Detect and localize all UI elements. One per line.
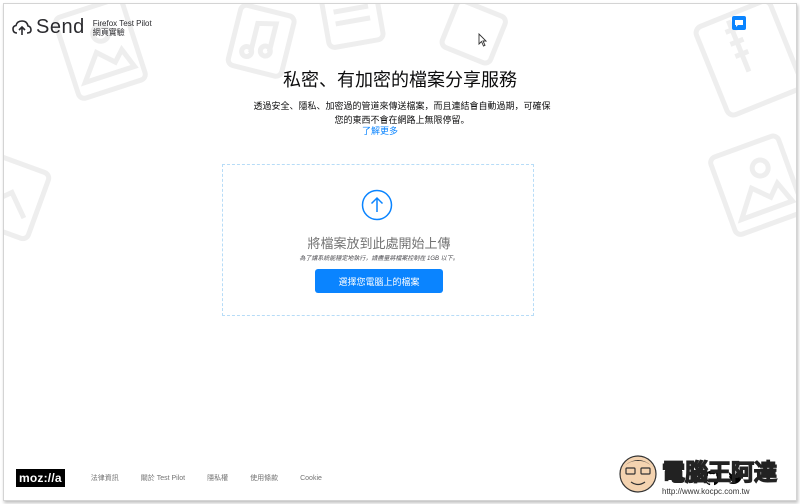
mouse-cursor-icon: [478, 33, 487, 47]
arrow-up-circle-icon: [361, 189, 393, 221]
footer-link-cookie[interactable]: Cookie: [300, 475, 322, 482]
speech-bubble-icon: [735, 19, 743, 27]
watermark: 電腦王阿達 http://www.kocpc.com.tw: [619, 455, 778, 496]
app-window: Send Firefox Test Pilot 網頁實驗 私密、有加密的檔案分享…: [3, 3, 797, 501]
watermark-url: http://www.kocpc.com.tw: [662, 487, 750, 496]
pilot-line-2: 網頁實驗: [92, 27, 125, 37]
bg-image-file-icon-right: [708, 133, 796, 237]
footer-link-legal[interactable]: 法律資訊: [91, 473, 119, 483]
dropzone-size-note: 為了讓系統能穩定地執行，請盡量將檔案控制在 1GB 以下。: [299, 256, 459, 262]
send-logo[interactable]: Send Firefox Test Pilot 網頁實驗: [12, 16, 152, 39]
select-file-button[interactable]: 選擇您電腦上的檔案: [315, 269, 443, 293]
upload-dropzone[interactable]: 將檔案放到此處開始上傳 為了讓系統能穩定地執行，請盡量將檔案控制在 1GB 以下…: [222, 164, 534, 316]
logo-text: Send: [36, 16, 85, 38]
learn-more-link[interactable]: 了解更多: [4, 124, 756, 137]
footer: moz://a 法律資訊 關於 Test Pilot 隱私權 使用條款 Cook…: [16, 468, 322, 488]
page-description: 透過安全、隱私、加密過的管道來傳送檔案，而且連結會自動過期，可確保您的東西不會在…: [253, 101, 551, 125]
watermark-brand: 電腦王阿達: [662, 459, 777, 485]
pilot-line-1: Firefox Test Pilot: [92, 18, 152, 28]
mozilla-logo[interactable]: moz://a: [16, 469, 65, 487]
cloud-arrow-icon: [12, 19, 32, 35]
bg-file-icon-top-right: [439, 4, 508, 66]
page-title: 私密、有加密的檔案分享服務: [283, 70, 517, 90]
bg-file-icon-left: [4, 153, 52, 242]
bg-doc-file-icon: [318, 4, 386, 50]
dropzone-title: 將檔案放到此處開始上傳: [307, 236, 451, 251]
footer-link-about[interactable]: 關於 Test Pilot: [141, 473, 185, 483]
footer-link-terms[interactable]: 使用條款: [250, 473, 278, 483]
test-pilot-badge: Firefox Test Pilot 網頁實驗: [93, 19, 152, 37]
footer-link-privacy[interactable]: 隱私權: [207, 473, 228, 483]
mascot-icon: [619, 455, 657, 493]
feedback-button[interactable]: [732, 16, 746, 30]
